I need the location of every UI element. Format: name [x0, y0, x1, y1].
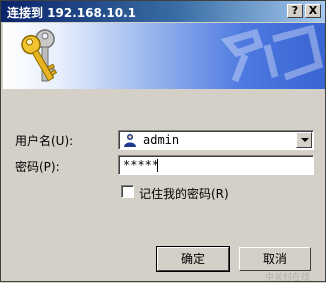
banner-decoration: [220, 25, 324, 83]
title-bar[interactable]: 连接到 192.168.10.1 ? X: [1, 1, 325, 22]
password-value: *****: [123, 158, 160, 172]
password-input[interactable]: *****: [118, 155, 314, 175]
window-title: 连接到 192.168.10.1: [7, 6, 137, 20]
ok-button[interactable]: 确定: [156, 246, 230, 272]
text-caret: [157, 159, 158, 172]
remember-password-label[interactable]: 记住我的密码(R): [139, 185, 229, 202]
remember-password-checkbox[interactable]: [121, 185, 134, 198]
username-dropdown-button[interactable]: [296, 132, 312, 148]
login-dialog: 连接到 192.168.10.1 ? X 用户名(U): admin 密码(P)…: [0, 0, 326, 283]
username-combobox[interactable]: admin: [118, 130, 314, 150]
help-button[interactable]: ?: [287, 4, 303, 18]
username-value: admin: [143, 133, 180, 147]
chevron-down-icon: [301, 138, 309, 142]
user-icon: [124, 134, 136, 147]
watermark-text: 中关村在线: [265, 273, 311, 283]
watermark: 中关村在线: [235, 256, 325, 283]
close-button[interactable]: X: [305, 4, 321, 18]
password-label: 密码(P):: [15, 160, 60, 174]
username-label: 用户名(U):: [15, 134, 74, 148]
banner: [3, 23, 325, 89]
keys-icon: [21, 29, 58, 82]
